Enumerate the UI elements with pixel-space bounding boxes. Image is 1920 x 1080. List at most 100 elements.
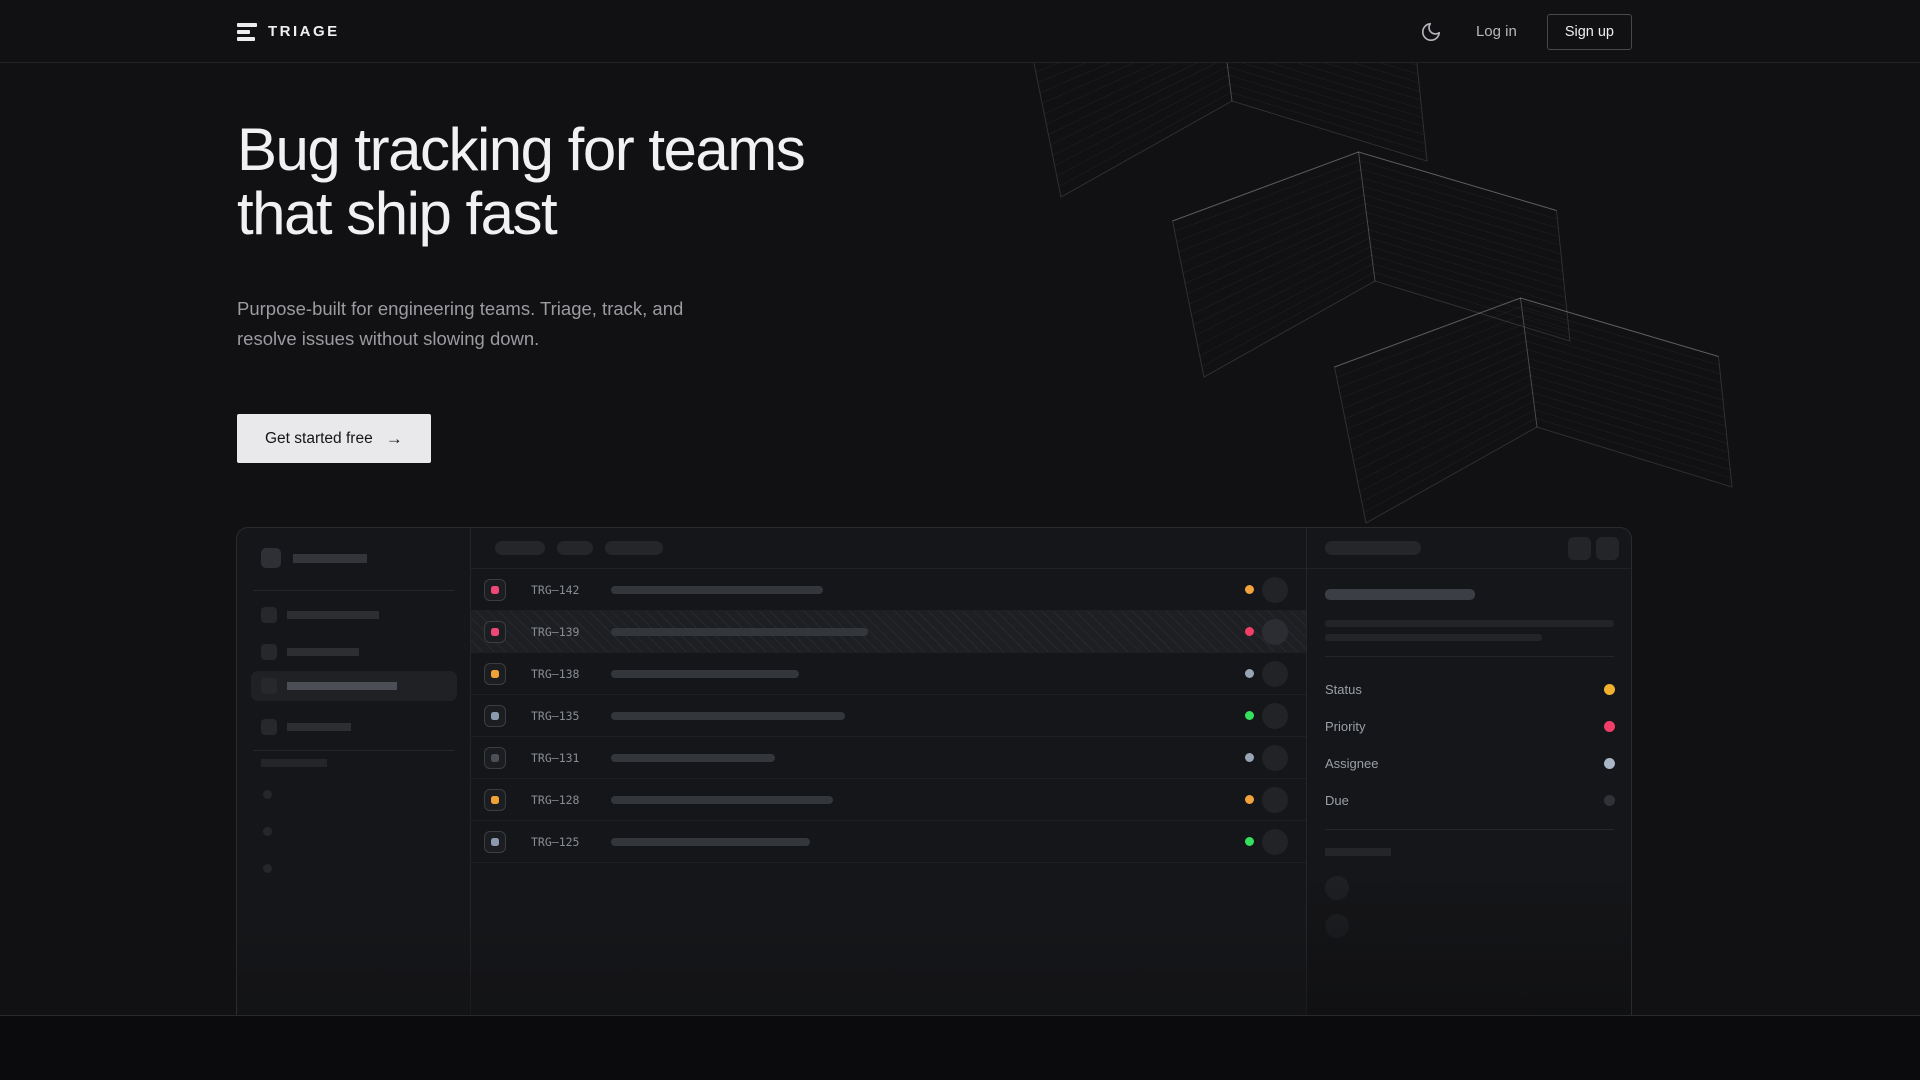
hero-title: Bug tracking for teams that ship fast (237, 63, 804, 246)
detail-field: Status (1325, 676, 1615, 702)
detail-fields: Status Priority Assignee Due (1325, 676, 1615, 824)
field-value-dot (1604, 795, 1615, 806)
triage-logo-icon (237, 23, 257, 41)
hero-title-line-2: that ship fast (237, 182, 804, 246)
workspace-name-skeleton (293, 554, 367, 563)
top-nav: TRIAGE Log in Sign up (0, 0, 1920, 63)
description-line-skeleton (1325, 620, 1614, 627)
issue-type-icon (484, 789, 506, 811)
issue-id: TRG–139 (531, 625, 586, 639)
detail-panel-header (1307, 528, 1632, 569)
get-started-button[interactable]: Get started free → (237, 414, 431, 463)
hero-subtitle: Purpose-built for engineering teams. Tri… (237, 294, 712, 354)
moon-icon (1420, 21, 1442, 43)
panel-divider (1325, 829, 1614, 830)
issue-type-icon (484, 747, 506, 769)
login-link[interactable]: Log in (1476, 23, 1517, 40)
issue-type-icon (484, 831, 506, 853)
sidebar-nav-item-skeleton (237, 712, 470, 742)
issue-status-dot (1245, 837, 1254, 846)
below-fold-section (0, 1015, 1920, 1080)
panel-action-button-skeleton (1568, 537, 1591, 560)
issue-title-skeleton (611, 670, 799, 678)
hero-title-line-1: Bug tracking for teams (237, 118, 804, 182)
nav-icon-skeleton (261, 607, 277, 623)
issue-id: TRG–135 (531, 709, 586, 723)
sidebar-nav-item-active-skeleton (251, 671, 457, 701)
assignee-avatar (1262, 829, 1288, 855)
list-dot-skeleton (263, 864, 272, 873)
issue-type-icon (484, 705, 506, 727)
theme-toggle-button[interactable] (1416, 17, 1446, 47)
nav-icon-skeleton (261, 678, 277, 694)
panel-action-button-skeleton (1596, 537, 1619, 560)
issue-id: TRG–131 (531, 751, 586, 765)
issue-type-icon (484, 621, 506, 643)
filter-pill-skeleton (557, 541, 593, 555)
nav-icon-skeleton (261, 719, 277, 735)
issue-title-skeleton (611, 838, 810, 846)
issue-status-dot (1245, 627, 1254, 636)
landing-page: TRIAGE Log in Sign up Bug tracking for t… (0, 0, 1920, 1080)
issue-row: TRG–135 (471, 695, 1306, 737)
issue-row: TRG–128 (471, 779, 1306, 821)
issue-title-skeleton (611, 628, 868, 636)
detail-field: Due (1325, 787, 1615, 813)
field-value-dot (1604, 758, 1615, 769)
preview-issue-list: TRG–142 TRG–139 TRG–138 TRG–135 TRG– (471, 528, 1306, 1016)
issue-list-header (471, 528, 1306, 569)
sidebar-nav-item-skeleton (237, 637, 470, 667)
detail-field: Priority (1325, 713, 1615, 739)
issue-row-meta (1245, 829, 1306, 855)
issue-row: TRG–138 (471, 653, 1306, 695)
issue-rows: TRG–142 TRG–139 TRG–138 TRG–135 TRG– (471, 569, 1306, 863)
section-label-skeleton (261, 759, 327, 767)
wireframe-decoration (990, 0, 1780, 545)
sidebar-divider (253, 750, 454, 751)
description-line-skeleton (1325, 634, 1542, 641)
list-dot-skeleton (263, 790, 272, 799)
preview-detail-panel: Status Priority Assignee Due (1306, 528, 1632, 1016)
field-label: Priority (1325, 719, 1365, 734)
issue-row: TRG–125 (471, 821, 1306, 863)
nav-label-skeleton (287, 648, 359, 656)
field-value-dot (1604, 721, 1615, 732)
signup-button[interactable]: Sign up (1547, 14, 1632, 50)
hero-section: Bug tracking for teams that ship fast Pu… (237, 63, 804, 463)
issue-type-icon (484, 663, 506, 685)
issue-id: TRG–128 (531, 793, 586, 807)
issue-row: TRG–139 (471, 611, 1306, 653)
activity-label-skeleton (1325, 848, 1391, 856)
assignee-avatar (1262, 619, 1288, 645)
field-value-dot (1604, 684, 1615, 695)
issue-status-dot (1245, 585, 1254, 594)
issue-row: TRG–142 (471, 569, 1306, 611)
issue-row-meta (1245, 787, 1306, 813)
get-started-label: Get started free (265, 430, 373, 448)
field-label: Assignee (1325, 756, 1378, 771)
brand-name: TRIAGE (268, 23, 340, 40)
issue-title-skeleton (611, 586, 823, 594)
issue-id: TRG–142 (531, 583, 586, 597)
issue-title-skeleton (611, 796, 833, 804)
nav-label-skeleton (287, 611, 379, 619)
nav-icon-skeleton (261, 644, 277, 660)
nav-label-skeleton (287, 723, 351, 731)
assignee-avatar (1262, 661, 1288, 687)
field-label: Status (1325, 682, 1362, 697)
issue-row: TRG–131 (471, 737, 1306, 779)
issue-id: TRG–138 (531, 667, 586, 681)
assignee-avatar (1262, 745, 1288, 771)
brand[interactable]: TRIAGE (237, 0, 340, 63)
issue-row-meta (1245, 619, 1306, 645)
issue-row-meta (1245, 577, 1306, 603)
list-dot-skeleton (263, 827, 272, 836)
issue-row-meta (1245, 661, 1306, 687)
issue-title-skeleton (611, 754, 775, 762)
assignee-avatar (1262, 577, 1288, 603)
field-label: Due (1325, 793, 1349, 808)
assignee-avatar (1262, 787, 1288, 813)
issue-title-skeleton (611, 712, 845, 720)
detail-field: Assignee (1325, 750, 1615, 776)
issue-row-meta (1245, 745, 1306, 771)
